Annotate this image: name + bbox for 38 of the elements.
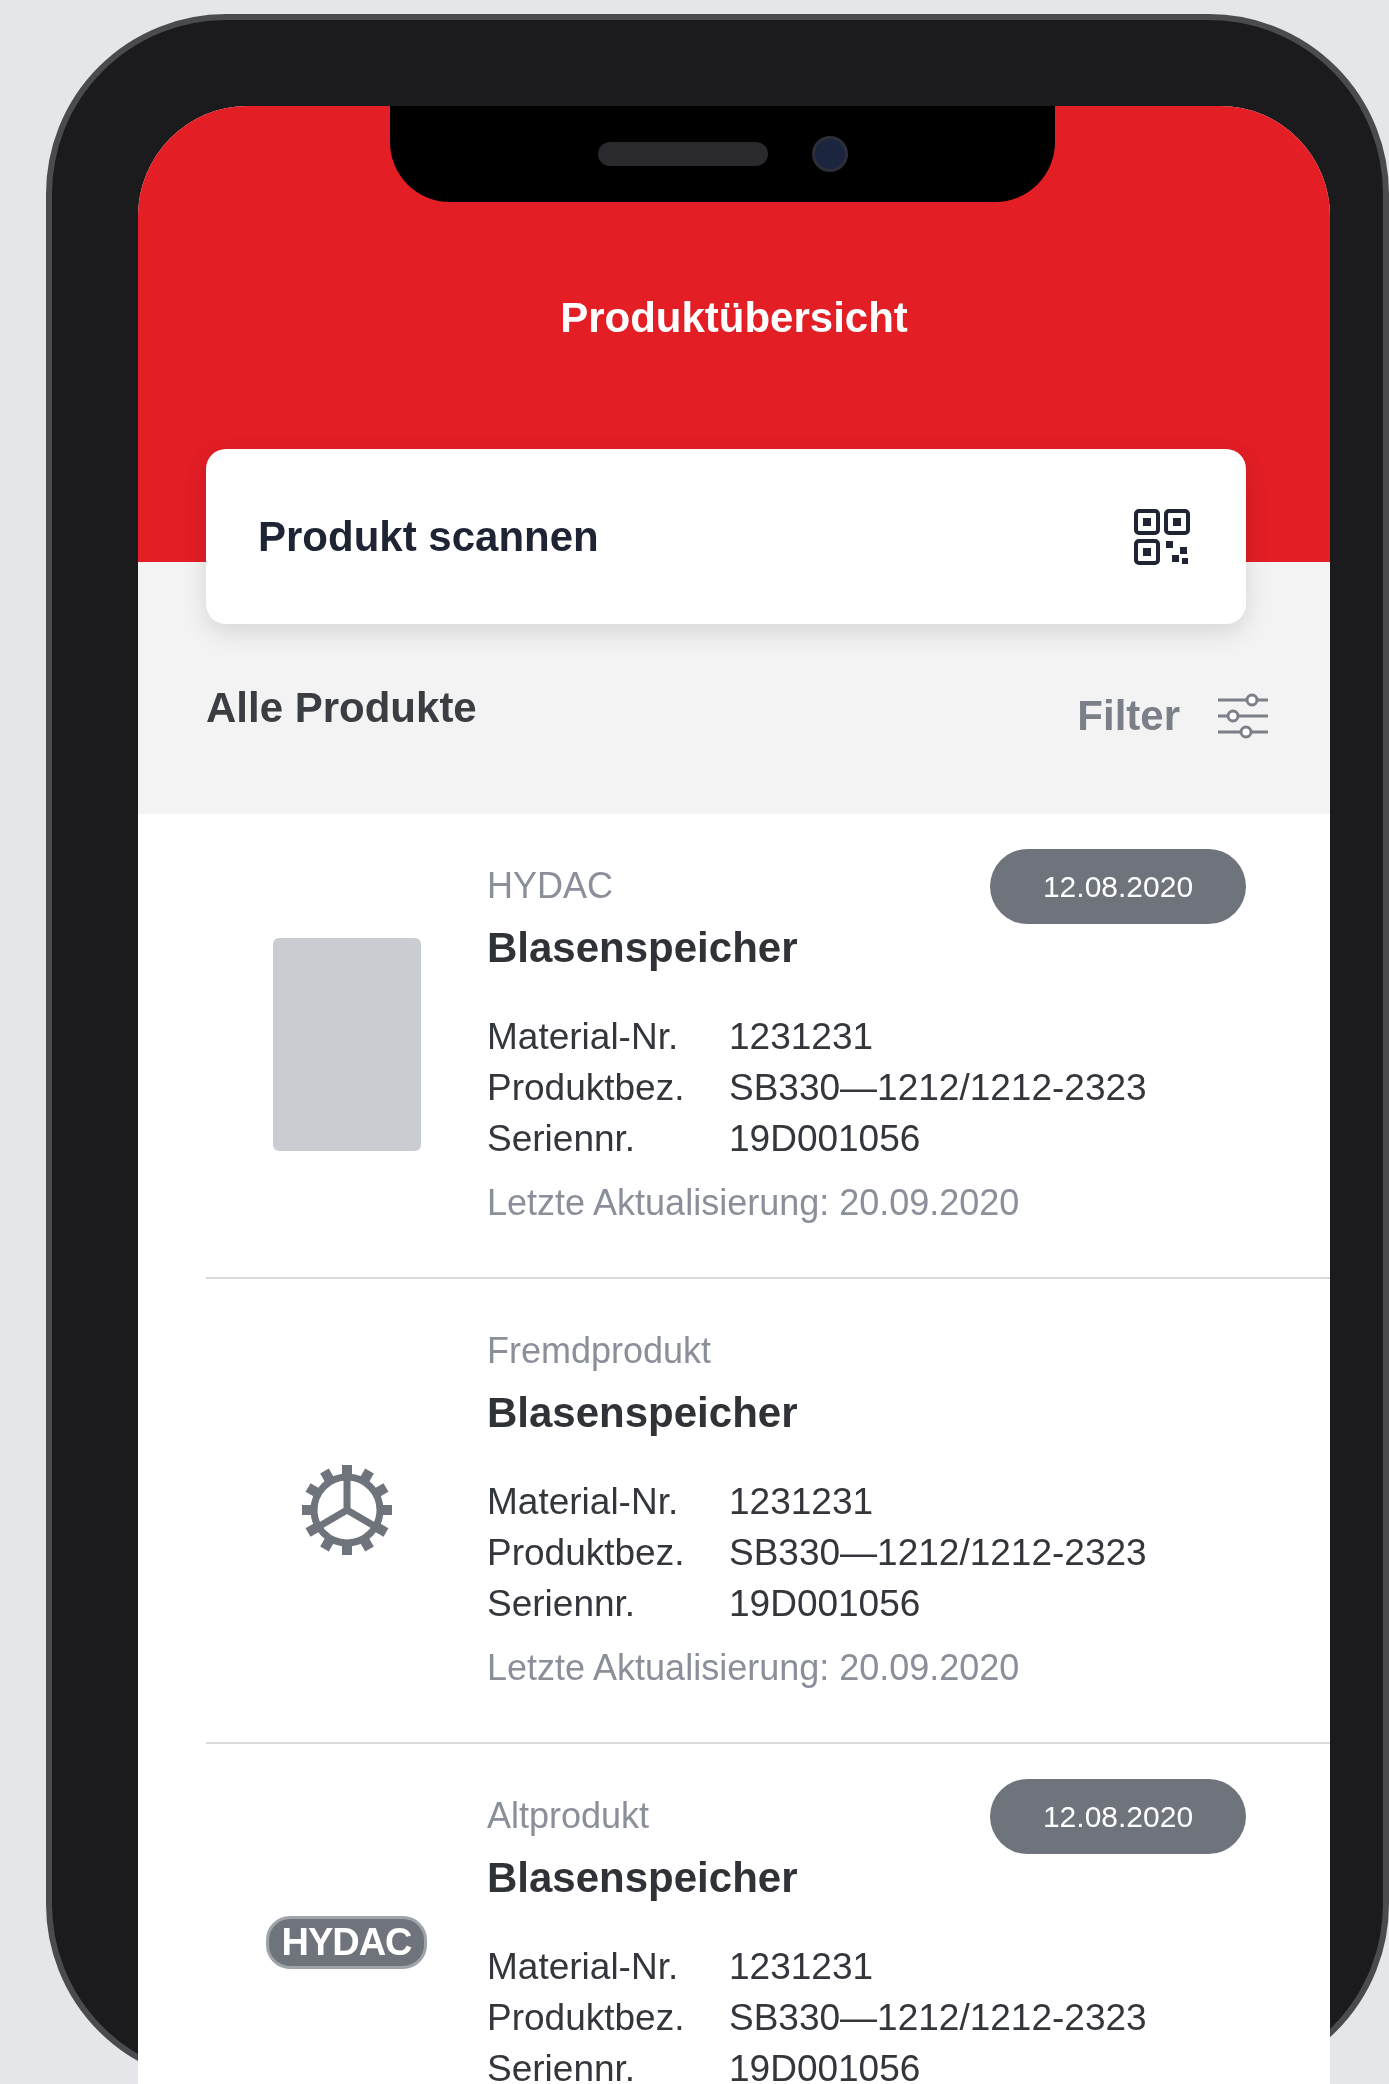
brand-logo: HYDAC — [266, 1916, 427, 1969]
last-update-text: Letzte Aktualisierung: 20.09.2020 — [487, 1181, 1021, 1225]
field-label: Seriennr. — [487, 2047, 637, 2084]
product-name: Blasenspeicher — [487, 1853, 799, 1903]
date-badge: 12.08.2020 — [990, 849, 1246, 924]
field-value: SB330—1212/1212-2323 — [729, 1066, 1147, 1110]
filter-sliders-icon — [1216, 693, 1270, 739]
field-label: Produktbez. — [487, 1531, 686, 1575]
field-label: Material-Nr. — [487, 1480, 680, 1524]
field-value: 19D001056 — [729, 2047, 921, 2084]
field-value: SB330—1212/1212-2323 — [729, 1996, 1147, 2040]
field-label: Seriennr. — [487, 1582, 637, 1626]
field-label: Seriennr. — [487, 1117, 637, 1161]
last-update-text: Letzte Aktualisierung: 20.09.2020 — [487, 1646, 1021, 1690]
field-label: Produktbez. — [487, 1996, 686, 2040]
field-label: Produktbez. — [487, 1066, 686, 1110]
scan-label: Produkt scannen — [258, 512, 599, 561]
field-label: Material-Nr. — [487, 1945, 680, 1989]
section-title: Alle Produkte — [206, 684, 477, 732]
field-value: 1231231 — [729, 1480, 874, 1524]
product-list-item[interactable]: HYDAC 12.08.2020 Blasenspeicher Material-Nr. 1231231 Produktbez. SB330—1212/1212-2323 Seriennr. 19D001056 Letzte Aktualisierung: 20.09.2020 — [206, 814, 1330, 1279]
field-value: 1231231 — [729, 1945, 874, 1989]
product-list-item[interactable]: HYDAC Altprodukt 12.08.2020 Blasenspeicher Material-Nr. 1231231 Produktbez. SB330—1212/1212-2323 Seriennr. 19D001056 — [206, 1744, 1330, 2084]
scan-product-button[interactable]: Produkt scannen — [206, 449, 1246, 624]
field-value: 1231231 — [729, 1015, 874, 1059]
brand-label: HYDAC — [487, 864, 614, 908]
product-name: Blasenspeicher — [487, 923, 799, 973]
product-list-item[interactable]: Fremdprodukt Blasenspeicher Material-Nr. 1231231 Produktbez. SB330—1212/1212-2323 Seriennr. 19D001056 Letzte Aktualisierung: 20.09.2020 — [206, 1279, 1330, 1744]
date-badge: 12.08.2020 — [990, 1779, 1246, 1854]
field-label: Material-Nr. — [487, 1015, 680, 1059]
field-value: 19D001056 — [729, 1582, 921, 1626]
field-value: SB330—1212/1212-2323 — [729, 1531, 1147, 1575]
brand-label: Fremdprodukt — [487, 1329, 712, 1373]
product-name: Blasenspeicher — [487, 1388, 799, 1438]
filter-button[interactable]: Filter — [1077, 692, 1270, 740]
field-value: 19D001056 — [729, 1117, 921, 1161]
brand-label: Altprodukt — [487, 1794, 650, 1838]
qr-code-icon — [1134, 508, 1190, 565]
